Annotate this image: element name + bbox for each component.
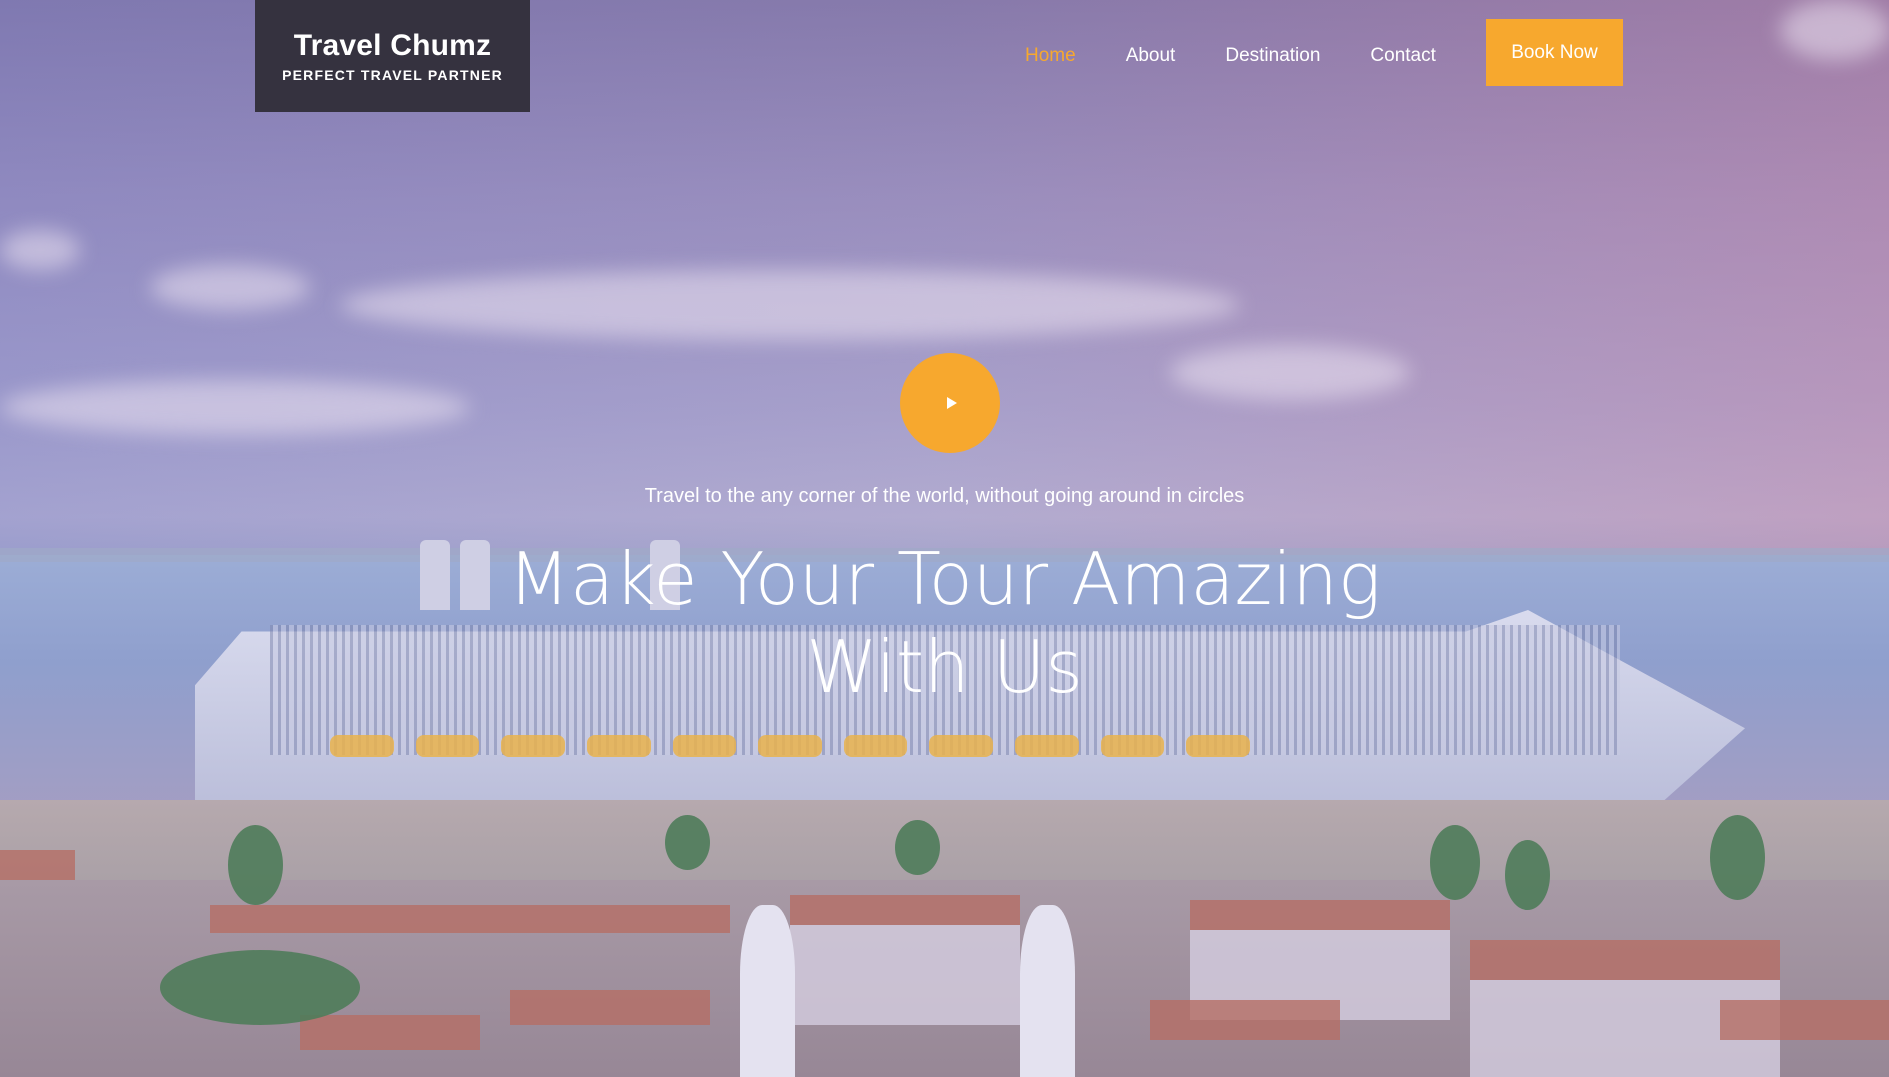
nav-item-home[interactable]: Home: [1025, 45, 1076, 67]
hero-subtitle: Travel to the any corner of the world, w…: [644, 485, 1245, 507]
roof: [0, 850, 75, 880]
nav-item-about[interactable]: About: [1126, 45, 1176, 67]
hero-section: Travel Chumz PERFECT TRAVEL PARTNER Home…: [0, 0, 1889, 1077]
cloud: [150, 265, 310, 310]
cloud: [1780, 0, 1889, 60]
play-icon: [946, 397, 957, 409]
hero-headline-line-2: With Us: [806, 625, 1083, 709]
tree: [1430, 825, 1480, 900]
cloud: [0, 380, 470, 435]
nav-item-contact[interactable]: Contact: [1370, 45, 1435, 67]
building: [790, 925, 1020, 1025]
tree: [1505, 840, 1550, 910]
hero-headline: Make Your Tour Amazing With Us: [0, 535, 1889, 711]
roof: [300, 1015, 480, 1050]
roof: [1150, 1000, 1340, 1040]
hero-headline-line-1: Make Your Tour Amazing: [507, 537, 1382, 621]
cloud: [0, 230, 80, 270]
brand-logo[interactable]: Travel Chumz PERFECT TRAVEL PARTNER: [255, 0, 530, 112]
tree: [895, 820, 940, 875]
ship-lifeboats: [330, 735, 1251, 757]
roof: [1190, 900, 1450, 930]
main-nav: Home About Destination Contact: [1000, 0, 1461, 112]
nav-item-destination[interactable]: Destination: [1225, 45, 1320, 67]
roof: [790, 895, 1020, 925]
play-video-button[interactable]: [900, 353, 1000, 453]
brand-title: Travel Chumz: [293, 29, 492, 62]
roof: [510, 990, 710, 1025]
roof: [210, 905, 730, 933]
cloud: [1170, 345, 1410, 400]
tree: [665, 815, 710, 870]
roof: [1720, 1000, 1889, 1040]
harbor: [0, 800, 1889, 890]
roof: [1470, 940, 1780, 980]
church-tower: [1020, 905, 1075, 1077]
church-tower: [740, 905, 795, 1077]
cloud: [340, 270, 1240, 340]
brand-tagline: PERFECT TRAVEL PARTNER: [282, 67, 503, 83]
tree: [1710, 815, 1765, 900]
book-now-button[interactable]: Book Now: [1486, 19, 1623, 86]
tree: [228, 825, 283, 905]
tree: [160, 950, 360, 1025]
